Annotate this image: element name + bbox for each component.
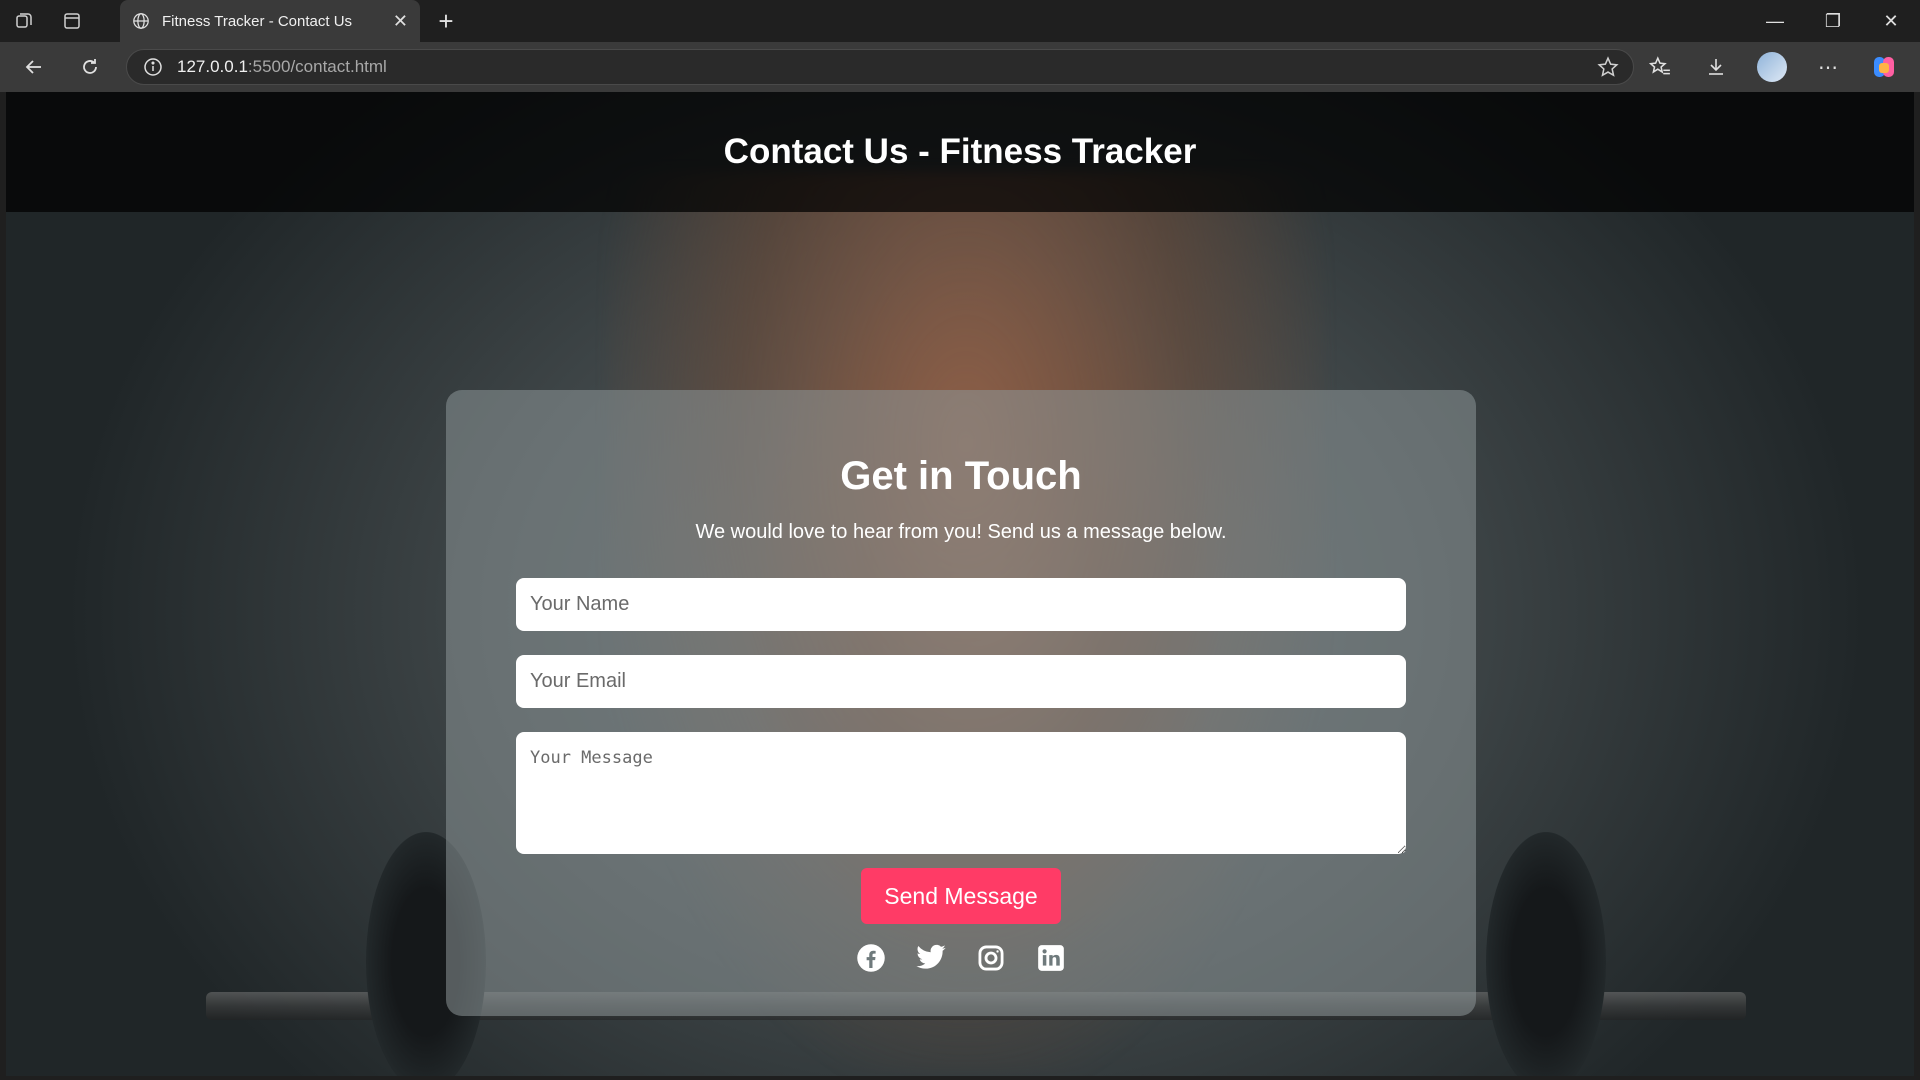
tab-actions-icon[interactable] [48, 0, 96, 42]
restore-button[interactable]: ❐ [1804, 0, 1862, 42]
favorite-star-icon[interactable] [1597, 56, 1619, 83]
url-host: 127.0.0.1 [177, 57, 248, 76]
email-input[interactable] [516, 655, 1406, 708]
reload-button[interactable] [62, 42, 118, 92]
more-options-icon[interactable]: ⋯ [1800, 42, 1856, 92]
url-path: :5500/contact.html [247, 57, 387, 76]
browser-toolbar: 127.0.0.1:5500/contact.html ⋯ [0, 42, 1920, 92]
downloads-icon[interactable] [1688, 42, 1744, 92]
globe-icon [133, 13, 149, 29]
contact-card: Get in Touch We would love to hear from … [446, 390, 1476, 1016]
page-viewport: Contact Us - Fitness Tracker Get in Touc… [6, 92, 1914, 1076]
tab-title: Fitness Tracker - Contact Us [162, 12, 353, 30]
message-textarea[interactable] [516, 732, 1406, 854]
linkedin-icon[interactable] [1035, 942, 1067, 974]
active-tab[interactable]: Fitness Tracker - Contact Us ✕ [120, 0, 420, 42]
site-header: Contact Us - Fitness Tracker [6, 92, 1914, 212]
back-button[interactable] [6, 42, 62, 92]
social-links [855, 942, 1067, 974]
instagram-icon[interactable] [975, 942, 1007, 974]
copilot-icon[interactable] [1856, 42, 1912, 92]
send-message-button[interactable]: Send Message [861, 868, 1061, 924]
page-title: Contact Us - Fitness Tracker [723, 132, 1197, 171]
background-plate-right [1486, 832, 1606, 1076]
contact-subtitle: We would love to hear from you! Send us … [695, 521, 1227, 543]
facebook-icon[interactable] [855, 942, 887, 974]
new-tab-button[interactable]: + [428, 0, 464, 42]
minimize-button[interactable]: — [1746, 0, 1804, 42]
close-tab-icon[interactable]: ✕ [393, 11, 408, 32]
browser-tabbar: Fitness Tracker - Contact Us ✕ + — ❐ ✕ [0, 0, 1920, 42]
address-bar[interactable]: 127.0.0.1:5500/contact.html [126, 49, 1634, 85]
profile-avatar[interactable] [1757, 52, 1787, 82]
name-input[interactable] [516, 578, 1406, 631]
favorites-icon[interactable] [1632, 42, 1688, 92]
site-info-icon[interactable] [143, 57, 163, 77]
close-window-button[interactable]: ✕ [1862, 0, 1920, 42]
twitter-icon[interactable] [915, 942, 947, 974]
contact-heading: Get in Touch [840, 454, 1082, 498]
workspaces-icon[interactable] [0, 0, 48, 42]
